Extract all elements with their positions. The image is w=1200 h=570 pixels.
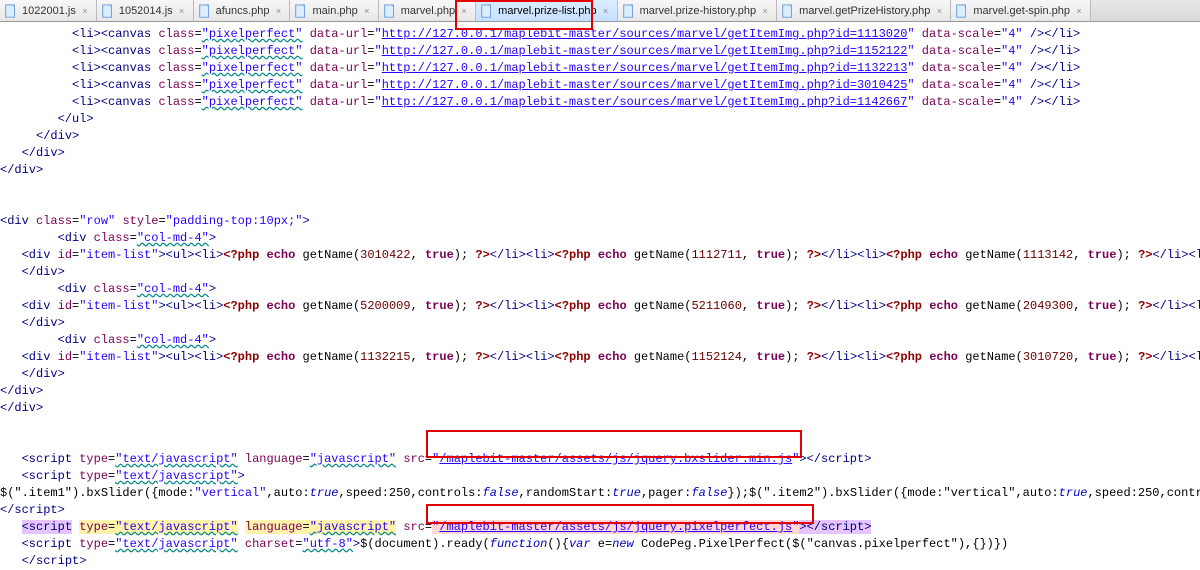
tab-label: 1022001.js [22, 5, 76, 17]
tab-marvel-php[interactable]: marvel.php × [379, 0, 476, 21]
file-icon [383, 4, 397, 18]
close-icon[interactable]: × [459, 6, 469, 16]
tab-1022001-js[interactable]: 1022001.js × [0, 0, 97, 21]
file-icon [480, 4, 494, 18]
file-icon [622, 4, 636, 18]
tab-1052014-js[interactable]: 1052014.js × [97, 0, 194, 21]
tab-label: marvel.get-spin.php [973, 5, 1070, 17]
close-icon[interactable]: × [934, 6, 944, 16]
file-icon [4, 4, 18, 18]
close-icon[interactable]: × [80, 6, 90, 16]
file-icon [781, 4, 795, 18]
close-icon[interactable]: × [1074, 6, 1084, 16]
tab-marvel-getprizehistory-php[interactable]: marvel.getPrizeHistory.php × [777, 0, 951, 21]
file-icon [294, 4, 308, 18]
tab-marvel-get-spin-php[interactable]: marvel.get-spin.php × [951, 0, 1091, 21]
tab-marvel-prize-history-php[interactable]: marvel.prize-history.php × [618, 0, 778, 21]
tab-label: marvel.getPrizeHistory.php [799, 5, 930, 17]
tab-marvel-prize-list-php[interactable]: marvel.prize-list.php × [476, 0, 617, 21]
tab-afuncs-php[interactable]: afuncs.php × [194, 0, 291, 21]
tab-label: afuncs.php [216, 5, 270, 17]
tab-label: marvel.php [401, 5, 455, 17]
tab-label: marvel.prize-list.php [498, 5, 596, 17]
close-icon[interactable]: × [601, 6, 611, 16]
file-icon [198, 4, 212, 18]
tab-label: main.php [312, 5, 357, 17]
file-icon [955, 4, 969, 18]
file-icon [101, 4, 115, 18]
tab-label: 1052014.js [119, 5, 173, 17]
close-icon[interactable]: × [760, 6, 770, 16]
close-icon[interactable]: × [362, 6, 372, 16]
close-icon[interactable]: × [273, 6, 283, 16]
code-editor[interactable]: <li><canvas class="pixelperfect" data-ur… [0, 22, 1200, 570]
tab-main-php[interactable]: main.php × [290, 0, 378, 21]
tab-label: marvel.prize-history.php [640, 5, 757, 17]
close-icon[interactable]: × [177, 6, 187, 16]
editor-tab-bar: 1022001.js × 1052014.js × afuncs.php × m… [0, 0, 1200, 22]
